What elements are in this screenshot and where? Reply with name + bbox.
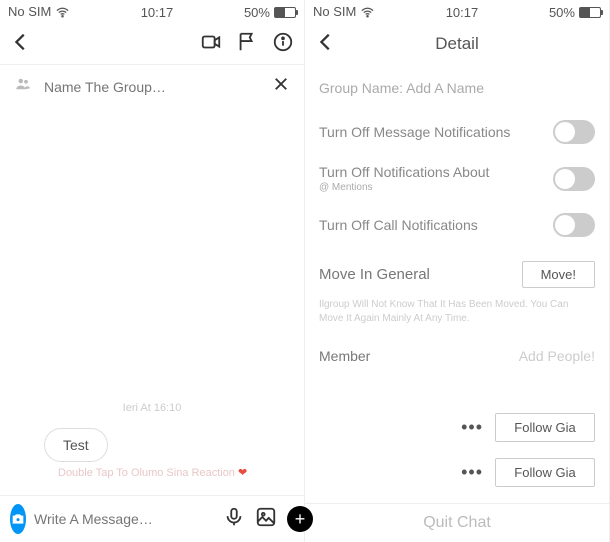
follow-section: ••• Follow Gia ••• Follow Gia (319, 405, 595, 495)
battery-status: 50% (244, 5, 296, 20)
group-icon (14, 75, 32, 98)
status-bar-right: No SIM 10:17 50% (305, 0, 609, 24)
message-timestamp: Ieri At 16:10 (14, 402, 290, 414)
reaction-hint: Double Tap To Olumo Sina Reaction ❤ (58, 466, 290, 479)
move-label: Move In General (319, 266, 430, 283)
time-label: 10:17 (446, 5, 479, 20)
battery-icon (274, 7, 296, 18)
more-options-icon[interactable]: ••• (461, 417, 483, 438)
member-item: ••• Follow Gia (319, 405, 595, 450)
camera-button[interactable] (10, 504, 26, 534)
carrier-label: No SIM (313, 4, 375, 20)
page-title: Detail (315, 34, 599, 54)
flag-icon[interactable] (236, 31, 258, 58)
chat-body: Ieri At 16:10 Test Double Tap To Olumo S… (0, 108, 304, 495)
toggle-call-notifications[interactable] (553, 213, 595, 237)
move-row: Move In General Move! (319, 247, 595, 294)
close-icon[interactable] (272, 75, 290, 98)
time-label: 10:17 (141, 5, 174, 20)
message-composer: + (0, 495, 304, 542)
microphone-icon[interactable] (223, 506, 245, 533)
carrier-label: No SIM (8, 4, 70, 20)
back-button[interactable] (10, 31, 32, 58)
follow-button[interactable]: Follow Gia (495, 413, 595, 442)
member-item: ••• Follow Gia (319, 450, 595, 495)
battery-status: 50% (549, 5, 601, 20)
setting-mention-notifications: Turn Off Notifications About @ Mentions (319, 154, 595, 203)
setting-call-notifications: Turn Off Call Notifications (319, 203, 595, 247)
setting-label: Turn Off Call Notifications (319, 217, 478, 233)
wifi-icon (55, 4, 70, 19)
detail-screen: No SIM 10:17 50% Detail Group Name: Add … (305, 0, 610, 542)
move-button[interactable]: Move! (522, 261, 595, 288)
wifi-icon (360, 4, 375, 19)
detail-header: Detail (305, 24, 609, 64)
message-bubble[interactable]: Test (44, 428, 108, 462)
info-icon[interactable] (272, 31, 294, 58)
chat-top-bar (0, 24, 304, 64)
group-name-input[interactable] (44, 79, 260, 95)
member-label: Member (319, 348, 370, 364)
setting-sublabel: @ Mentions (319, 182, 489, 193)
toggle-mention-notifications[interactable] (553, 167, 595, 191)
toggle-message-notifications[interactable] (553, 120, 595, 144)
move-note: Ilgroup Will Not Know That It Has Been M… (319, 294, 595, 340)
setting-label: Turn Off Notifications About (319, 164, 489, 180)
video-call-icon[interactable] (200, 31, 222, 58)
name-group-row (0, 64, 304, 108)
gallery-icon[interactable] (255, 506, 277, 533)
battery-icon (579, 7, 601, 18)
member-row: Member Add People! (319, 340, 595, 378)
group-name-row[interactable]: Group Name: Add A Name (319, 72, 595, 110)
chat-screen: No SIM 10:17 50% (0, 0, 305, 542)
message-input[interactable] (34, 511, 215, 527)
add-people-button[interactable]: Add People! (519, 348, 595, 364)
detail-body: Group Name: Add A Name Turn Off Message … (305, 64, 609, 503)
status-bar-left: No SIM 10:17 50% (0, 0, 304, 24)
more-options-icon[interactable]: ••• (461, 462, 483, 483)
quit-chat-button[interactable]: Quit Chat (305, 503, 609, 542)
heart-icon: ❤ (238, 467, 247, 479)
follow-button[interactable]: Follow Gia (495, 458, 595, 487)
setting-label: Turn Off Message Notifications (319, 124, 510, 140)
setting-message-notifications: Turn Off Message Notifications (319, 110, 595, 154)
